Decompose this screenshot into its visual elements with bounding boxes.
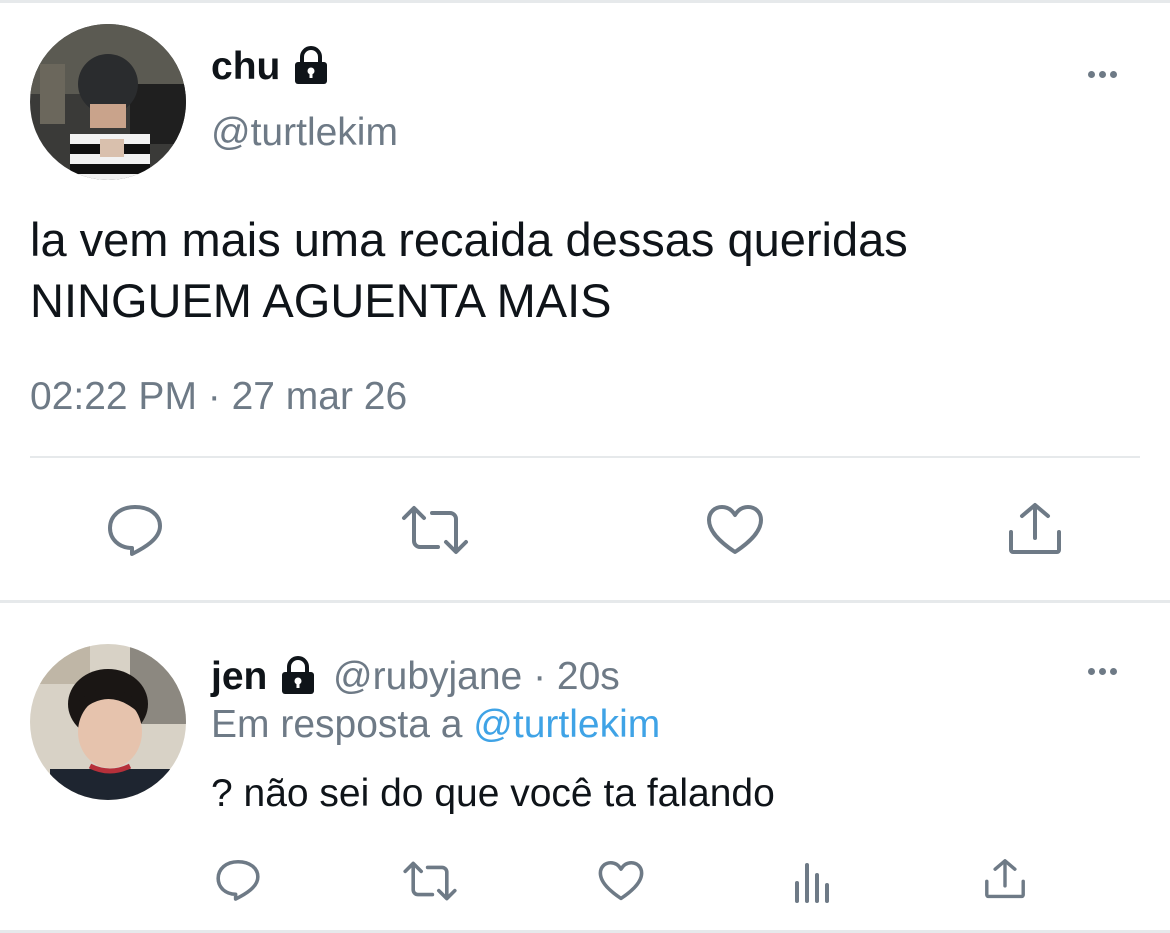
reply-header: jen @rubyjane · 20s: [211, 654, 620, 700]
reply-to-link[interactable]: @turtlekim: [473, 703, 660, 746]
reply-more-options-icon[interactable]: [1088, 668, 1117, 675]
reply-avatar-photo: [30, 644, 186, 800]
analytics-icon: [795, 863, 829, 903]
reply-context: Em resposta a @turtlekim: [211, 702, 660, 748]
reply-author-name[interactable]: jen: [211, 655, 267, 698]
share-button[interactable]: [1006, 502, 1064, 556]
share-icon: [985, 859, 1025, 899]
tweet-text-line1: la vem mais uma recaida dessas queridas: [30, 213, 908, 266]
reply-button[interactable]: [106, 503, 164, 557]
reply-share-button[interactable]: [983, 858, 1027, 900]
author-name: chu: [211, 45, 281, 88]
share-icon: [1009, 503, 1061, 554]
retweet-button[interactable]: [400, 505, 470, 555]
reply-separator: ·: [522, 655, 557, 698]
section-divider: [0, 600, 1170, 603]
tweet-text-line2: NINGUEM AGUENTA MAIS: [30, 274, 612, 327]
retweet-icon: [402, 506, 468, 554]
tweet-divider: [30, 456, 1140, 458]
reply-author-handle[interactable]: @rubyjane: [333, 655, 522, 698]
reply-retweet-button[interactable]: [402, 861, 458, 901]
reply-avatar[interactable]: [30, 644, 186, 800]
avatar-photo: [30, 24, 186, 180]
top-divider: [0, 0, 1170, 3]
reply-lock-icon: [282, 655, 315, 694]
reply-icon: [216, 859, 260, 901]
reply-like-button[interactable]: [598, 860, 644, 902]
reply-text: ? não sei do que você ta falando: [211, 772, 775, 815]
reply-icon: [108, 505, 162, 556]
reply-prefix: Em resposta a: [211, 703, 474, 746]
like-icon: [707, 505, 763, 554]
tweet-timestamp[interactable]: 02:22 PM · 27 mar 26: [30, 374, 407, 420]
like-button[interactable]: [706, 504, 764, 556]
author-handle[interactable]: @turtlekim: [211, 110, 398, 156]
like-icon: [598, 860, 644, 901]
reply-time[interactable]: 20s: [557, 655, 620, 698]
reply-analytics-button[interactable]: [793, 861, 833, 903]
author-name-row[interactable]: chu: [211, 44, 329, 90]
retweet-icon: [403, 861, 457, 901]
avatar[interactable]: [30, 24, 186, 180]
more-options-icon[interactable]: [1088, 71, 1117, 78]
reply-reply-button[interactable]: [215, 858, 261, 902]
lock-icon: [295, 45, 328, 84]
